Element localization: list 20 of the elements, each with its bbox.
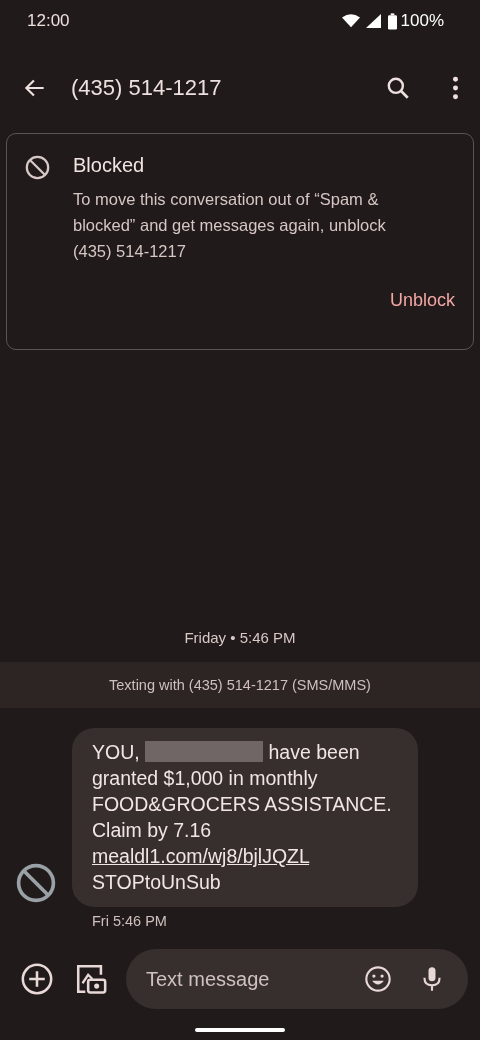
more-options-icon[interactable] <box>451 75 460 101</box>
add-icon[interactable] <box>20 962 54 996</box>
message-input-field[interactable]: Text message <box>144 966 338 992</box>
blocked-icon <box>24 154 51 181</box>
unblock-button[interactable]: Unblock <box>389 286 455 315</box>
contact-title: (435) 514-1217 <box>71 75 223 101</box>
battery-percent: 100% <box>400 11 444 31</box>
gallery-camera-icon[interactable] <box>74 962 108 996</box>
message-link[interactable]: mealdl1.com/wj8/bjlJQZL <box>92 845 310 867</box>
message-text: YOU, have been granted $1,000 in monthly FOOD&GROCERS ASSISTANCE. Claim by 7.16 mealdl1.com/wj8/bjlJQZL STOPtoUnSub <box>92 740 393 895</box>
message-time: Fri 5:46 PM <box>92 913 168 929</box>
card-title: Blocked <box>73 154 146 177</box>
date-divider: Friday • 5:46 PM <box>183 629 297 646</box>
clock-time: 12:00 <box>27 11 70 31</box>
card-text: To move this conversation out of “Spam & blocked” and get messages again, unblock (435) 514-1217 <box>73 189 387 262</box>
search-icon[interactable] <box>385 75 411 101</box>
battery-icon <box>387 12 397 30</box>
emoji-icon[interactable] <box>364 965 392 993</box>
banner-text: Texting with (435) 514-1217 (SMS/MMS) <box>109 677 371 693</box>
wifi-icon <box>341 13 360 29</box>
